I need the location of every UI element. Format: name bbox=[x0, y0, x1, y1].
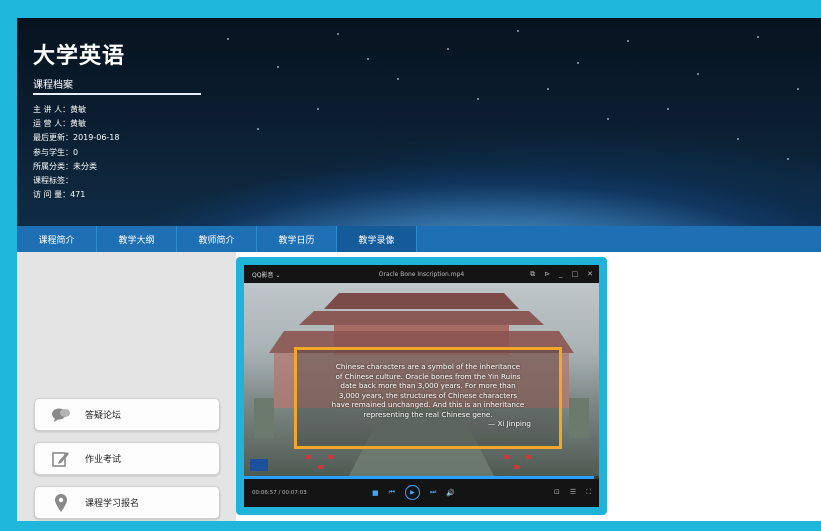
next-icon[interactable]: ⏭ bbox=[430, 488, 436, 497]
video-frame: Chinese characters are a symbol of the i… bbox=[244, 283, 599, 476]
course-nav: 课程简介 教学大纲 教师简介 教学日历 教学录像 bbox=[17, 226, 821, 252]
star bbox=[277, 66, 279, 68]
player-titlebar: QQ影音 ⌄ Oracle Bone Inscription.mp4 ⧉ ⊳ _… bbox=[244, 265, 599, 283]
star bbox=[227, 38, 229, 40]
star bbox=[757, 36, 759, 38]
stop-icon[interactable]: ■ bbox=[372, 489, 379, 497]
star bbox=[607, 118, 609, 120]
maximize-icon[interactable]: □ bbox=[572, 270, 579, 279]
star bbox=[337, 33, 339, 35]
homework-exam-button[interactable]: 作业考试 bbox=[34, 442, 220, 475]
course-banner: 大学英语 课程档案 主 讲 人：黄敏 运 营 人：黄敏 最后更新：2019-06… bbox=[17, 18, 821, 226]
edit-note-icon bbox=[51, 449, 71, 469]
info-last-updated: 最后更新：2019-06-18 bbox=[33, 133, 120, 143]
info-tags: 课程标签： bbox=[33, 176, 73, 186]
video-container: QQ影音 ⌄ Oracle Bone Inscription.mp4 ⧉ ⊳ _… bbox=[236, 257, 607, 515]
time-readout: 00:06:57 / 00:07:03 bbox=[252, 490, 307, 496]
previous-icon[interactable]: ⏮ bbox=[389, 488, 395, 497]
subtitle-line: date back more than 3,000 years. For mor… bbox=[340, 381, 516, 390]
close-icon[interactable]: ✕ bbox=[587, 270, 593, 279]
star bbox=[787, 158, 789, 160]
nav-teacher-intro[interactable]: 教师简介 bbox=[177, 226, 257, 252]
page-frame: 大学英语 课程档案 主 讲 人：黄敏 运 营 人：黄敏 最后更新：2019-06… bbox=[17, 18, 821, 521]
info-category: 所属分类：未分类 bbox=[33, 161, 97, 171]
screenshot-icon[interactable]: ⊡ bbox=[554, 488, 560, 497]
playlist-icon[interactable]: ☰ bbox=[570, 488, 576, 497]
pin-icon[interactable]: ⧉ bbox=[530, 270, 535, 279]
star bbox=[477, 98, 479, 100]
map-pin-icon bbox=[51, 493, 71, 513]
course-info: 主 讲 人：黄敏 运 营 人：黄敏 最后更新：2019-06-18 参与学生：0… bbox=[33, 103, 120, 202]
enroll-button[interactable]: 课程学习报名 bbox=[34, 486, 220, 519]
forum-label: 答疑论坛 bbox=[85, 411, 122, 421]
chat-bubbles-icon bbox=[51, 405, 71, 425]
player-extra-controls: ⊡ ☰ ⛶ bbox=[554, 488, 591, 497]
info-visits: 访 问 量：471 bbox=[33, 190, 86, 200]
nav-calendar[interactable]: 教学日历 bbox=[257, 226, 337, 252]
course-subtitle: 课程档案 bbox=[33, 80, 73, 91]
homework-exam-label: 作业考试 bbox=[85, 455, 122, 465]
video-subtitle: Chinese characters are a symbol of the i… bbox=[297, 362, 559, 429]
subtitle-line: 3,000 years, the structures of Chinese c… bbox=[338, 390, 518, 400]
subtitle-line: of Chinese culture. Oracle bones from th… bbox=[335, 371, 521, 381]
subtitle-frame: Chinese characters are a symbol of the i… bbox=[294, 347, 562, 449]
star bbox=[547, 88, 549, 90]
share-icon[interactable]: ⊳ bbox=[544, 270, 550, 279]
nav-syllabus[interactable]: 教学大纲 bbox=[97, 226, 177, 252]
subtitle-line: have remained unchanged. And this is an … bbox=[331, 400, 525, 409]
minimize-icon[interactable]: _ bbox=[559, 270, 563, 279]
star bbox=[697, 73, 699, 75]
play-icon: ▶ bbox=[410, 489, 415, 496]
subtitle-author: — Xi Jinping bbox=[487, 419, 531, 428]
info-students: 参与学生：0 bbox=[33, 147, 79, 157]
star bbox=[317, 108, 319, 110]
progress-bar[interactable] bbox=[244, 476, 599, 479]
left-panel: 答疑论坛 作业考试 课程学习报名 bbox=[17, 252, 236, 521]
subtitle-line: representing the real Chinese gene. bbox=[363, 409, 493, 419]
forum-button[interactable]: 答疑论坛 bbox=[34, 398, 220, 431]
window-controls: ⧉ ⊳ _ □ ✕ bbox=[530, 270, 593, 279]
star bbox=[367, 58, 369, 60]
video-player[interactable]: QQ影音 ⌄ Oracle Bone Inscription.mp4 ⧉ ⊳ _… bbox=[244, 265, 599, 507]
star bbox=[667, 108, 669, 110]
info-lecturer: 主 讲 人：黄敏 bbox=[33, 105, 87, 114]
volume-icon[interactable]: 🔊 bbox=[446, 489, 455, 497]
star bbox=[577, 62, 579, 64]
star bbox=[397, 78, 399, 80]
play-button[interactable]: ▶ bbox=[404, 485, 420, 500]
star bbox=[447, 48, 449, 50]
star bbox=[737, 138, 739, 140]
fullscreen-icon[interactable]: ⛶ bbox=[586, 488, 591, 497]
nav-video[interactable]: 教学录像 bbox=[337, 226, 417, 252]
star bbox=[257, 128, 259, 130]
course-title: 大学英语 bbox=[33, 44, 126, 69]
star bbox=[797, 88, 799, 90]
playback-controls: ■ ⏮ ▶ ⏭ 🔊 bbox=[372, 485, 455, 500]
star bbox=[517, 30, 519, 32]
player-controlbar: 00:06:57 / 00:07:03 ■ ⏮ ▶ ⏭ 🔊 ⊡ ☰ ⛶ bbox=[244, 476, 599, 507]
enroll-label: 课程学习报名 bbox=[85, 499, 140, 509]
star bbox=[627, 40, 629, 42]
progress-fill bbox=[244, 476, 594, 479]
subtitle-underline bbox=[33, 93, 201, 95]
info-operator: 运 营 人：黄敏 bbox=[33, 119, 87, 129]
subtitle-line: Chinese characters are a symbol of the i… bbox=[335, 362, 521, 371]
nav-course-intro[interactable]: 课程简介 bbox=[17, 226, 97, 252]
